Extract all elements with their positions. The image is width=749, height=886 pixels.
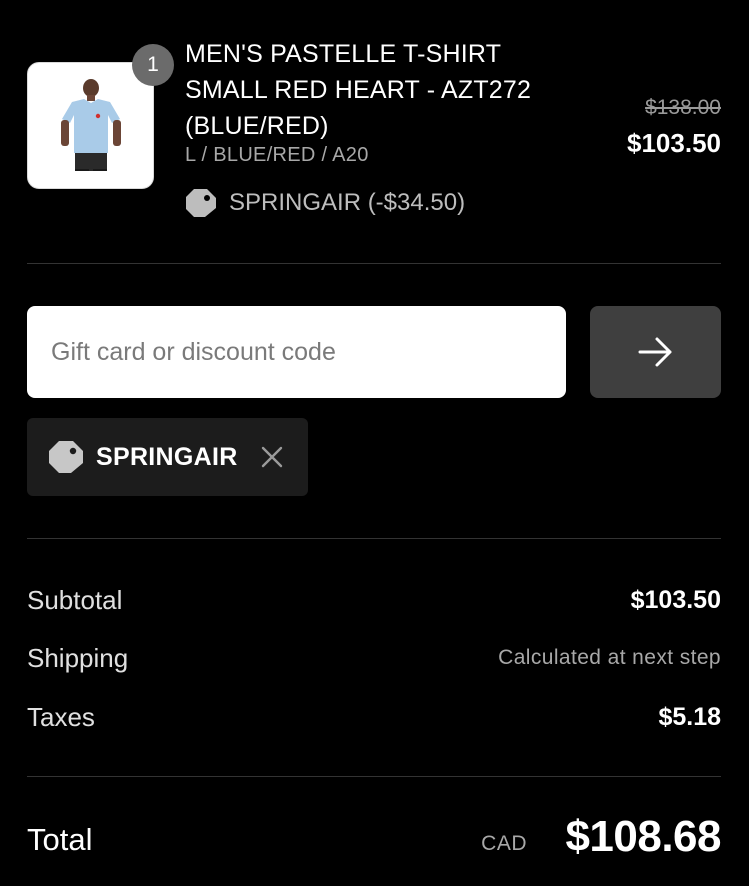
total-label: Total xyxy=(27,822,93,857)
subtotal-row: Subtotal $103.50 xyxy=(27,580,721,620)
total-currency: CAD xyxy=(481,832,527,855)
applied-discount-chip: SPRINGAIR xyxy=(27,418,308,496)
line-item: 1 MEN'S PASTELLE T-SHIRT SMALL RED HEART… xyxy=(27,36,721,226)
divider xyxy=(27,263,721,264)
total-row: Total CAD $108.68 xyxy=(27,810,721,874)
tag-icon xyxy=(185,188,217,218)
original-price: $138.00 xyxy=(645,96,721,119)
apply-discount-button[interactable] xyxy=(590,306,721,398)
product-variant: L / BLUE/RED / A20 xyxy=(185,144,369,166)
quantity-badge: 1 xyxy=(132,44,174,86)
divider xyxy=(27,538,721,539)
remove-discount-button[interactable] xyxy=(260,445,284,469)
taxes-row: Taxes $5.18 xyxy=(27,697,721,737)
shipping-row: Shipping Calculated at next step xyxy=(27,638,721,678)
shipping-value: Calculated at next step xyxy=(498,646,721,669)
discount-code-input[interactable] xyxy=(27,306,566,398)
product-discount-label: SPRINGAIR (-$34.50) xyxy=(229,189,466,216)
divider xyxy=(27,776,721,777)
taxes-label: Taxes xyxy=(27,702,95,732)
subtotal-label: Subtotal xyxy=(27,585,123,615)
subtotal-value: $103.50 xyxy=(630,586,721,614)
close-icon xyxy=(261,446,282,468)
product-image xyxy=(27,62,154,189)
shipping-label: Shipping xyxy=(27,643,129,673)
total-amount: $108.68 xyxy=(565,812,721,861)
arrow-right-icon xyxy=(638,337,671,367)
applied-code-label: SPRINGAIR xyxy=(96,442,238,471)
current-price: $103.50 xyxy=(627,128,721,158)
product-discount: SPRINGAIR (-$34.50) xyxy=(185,186,465,220)
tshirt-image xyxy=(61,79,121,171)
tag-icon xyxy=(48,440,84,474)
product-name: MEN'S PASTELLE T-SHIRT SMALL RED HEART -… xyxy=(185,40,532,140)
taxes-value: $5.18 xyxy=(658,703,721,731)
